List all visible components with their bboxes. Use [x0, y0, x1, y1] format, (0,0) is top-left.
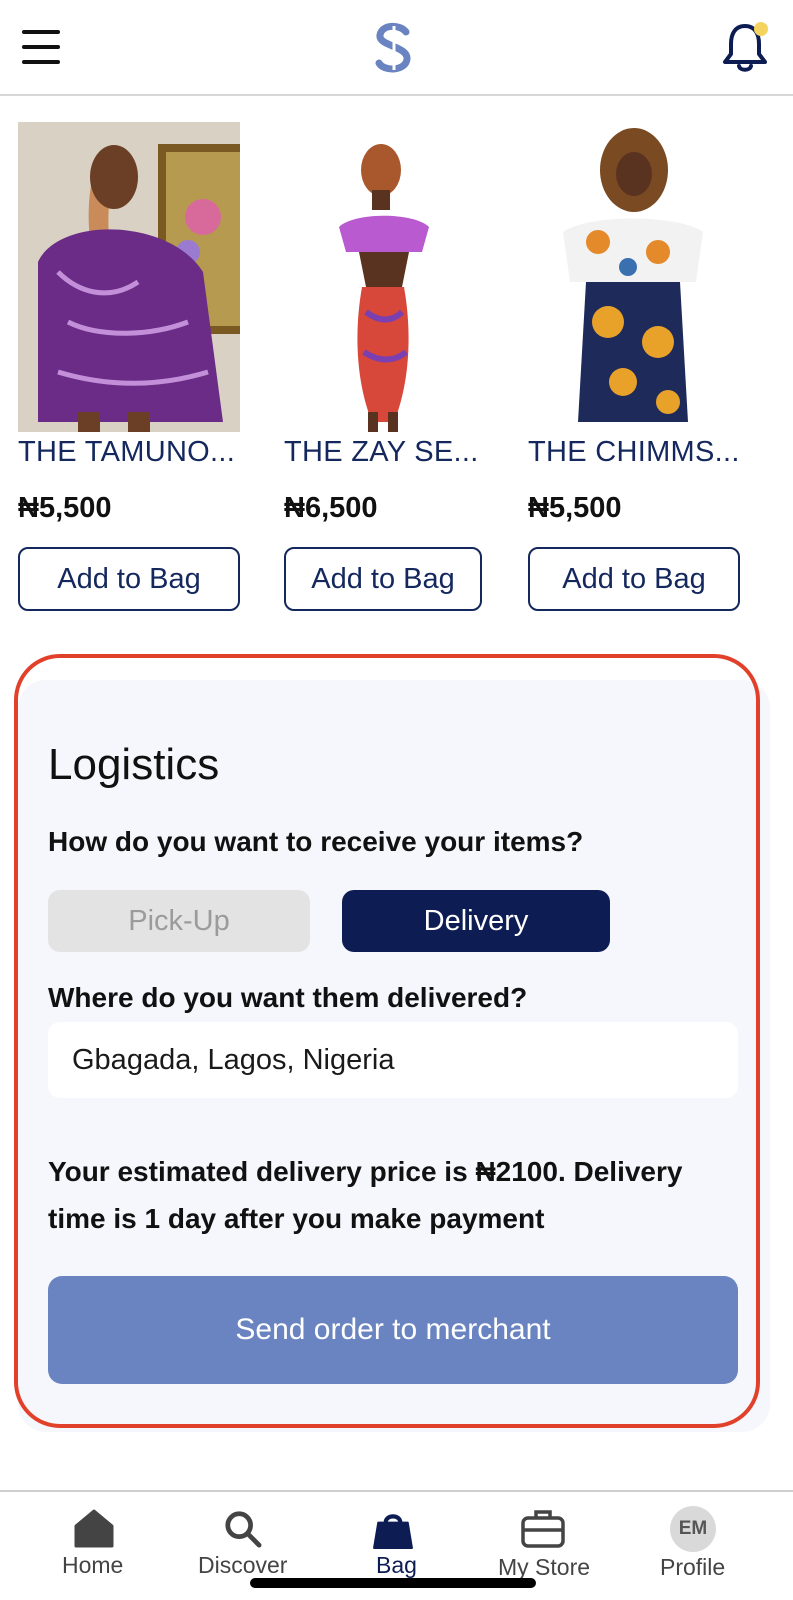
app-logo-icon	[375, 22, 411, 73]
product-name[interactable]: THE CHIMMS...	[528, 436, 740, 469]
tab-label: Discover	[198, 1552, 288, 1578]
home-indicator[interactable]	[250, 1578, 536, 1588]
product-image[interactable]	[284, 122, 482, 432]
receive-method-question: How do you want to receive your items?	[48, 826, 584, 857]
delivery-location-question: Where do you want them delivered?	[48, 982, 528, 1013]
product-name[interactable]: THE TAMUNO...	[18, 436, 235, 469]
product-image[interactable]	[18, 122, 240, 432]
send-order-button[interactable]: Send order to merchant	[48, 1276, 738, 1384]
delivery-option-button[interactable]: Delivery	[342, 890, 610, 952]
home-icon	[74, 1509, 114, 1548]
add-to-bag-button[interactable]: Add to Bag	[18, 547, 240, 611]
product-name[interactable]: THE ZAY SE...	[284, 436, 479, 469]
bag-icon	[373, 1514, 413, 1549]
notification-dot	[754, 22, 768, 36]
product-price: ₦5,500	[528, 492, 622, 524]
bell-icon[interactable]	[720, 20, 770, 74]
add-to-bag-button[interactable]: Add to Bag	[528, 547, 740, 611]
product-price: ₦6,500	[284, 492, 378, 524]
top-app-bar	[0, 0, 793, 96]
section-title: Logistics	[48, 740, 220, 789]
delivery-estimate-text: Your estimated delivery price is ₦2100. …	[48, 1156, 683, 1234]
product-image[interactable]	[528, 122, 740, 432]
tab-label: Bag	[376, 1552, 417, 1578]
tab-label: My Store	[498, 1554, 591, 1580]
delivery-address-field[interactable]: Gbagada, Lagos, Nigeria	[48, 1022, 738, 1098]
add-to-bag-button[interactable]: Add to Bag	[284, 547, 482, 611]
product-price: ₦5,500	[18, 492, 112, 524]
tab-label: Profile	[660, 1554, 726, 1580]
tab-home[interactable]: Home	[50, 1492, 140, 1600]
avatar: EM	[670, 1506, 716, 1552]
tab-label: Home	[62, 1552, 124, 1578]
avatar-initials: EM	[678, 1518, 708, 1539]
pickup-option-button[interactable]: Pick-Up	[48, 890, 310, 952]
hamburger-menu-icon[interactable]	[22, 30, 60, 64]
briefcase-icon	[521, 1510, 565, 1548]
tab-profile[interactable]: EM Profile	[650, 1492, 740, 1600]
search-icon	[225, 1511, 262, 1548]
